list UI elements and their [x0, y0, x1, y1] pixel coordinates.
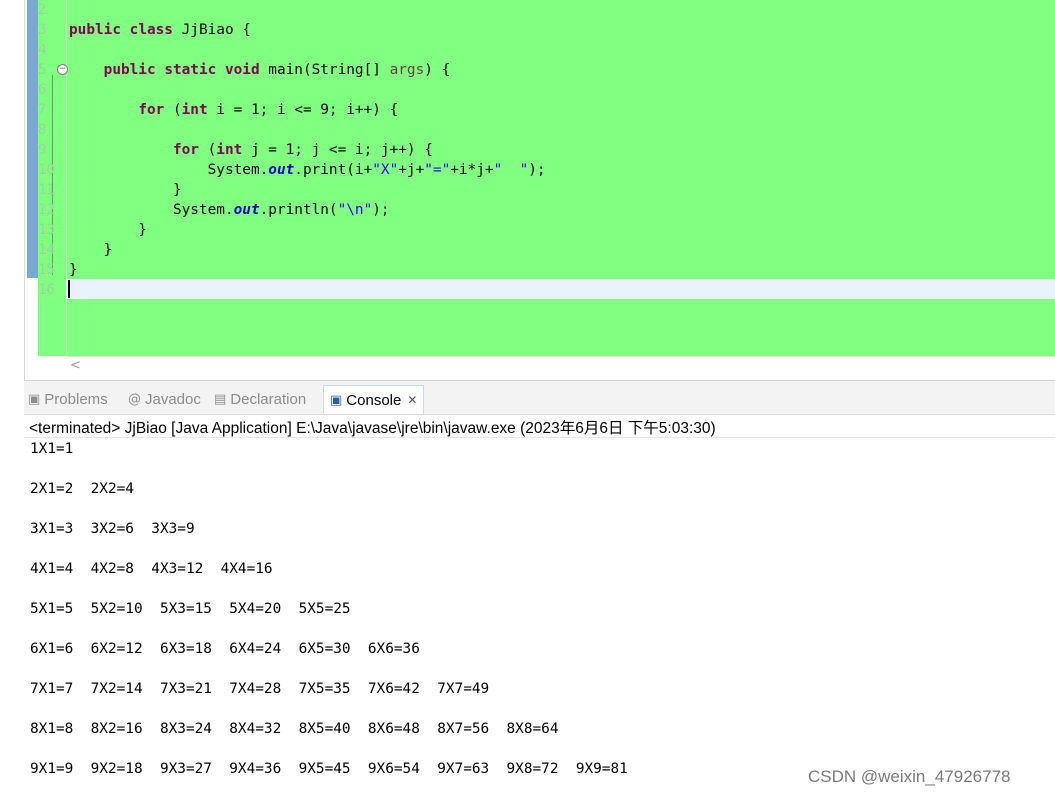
- code-line-close-outer: }: [69, 222, 147, 238]
- editor-left-strip: [0, 0, 25, 380]
- scroll-left-icon[interactable]: <: [70, 358, 81, 373]
- code-line-inner-for: for (int j = 1; j <= i; j++) {: [172, 142, 433, 158]
- console-output-line: 4X1=4 4X2=8 4X3=12 4X4=16: [30, 561, 273, 577]
- console-status-line: <terminated> JjBiao [Java Application] E…: [29, 420, 716, 437]
- line-number: 4: [38, 42, 47, 58]
- code-line-print: System.out.print(i+"X"+j+"="+i*j+" ");: [69, 162, 546, 178]
- watermark: CSDN @weixin_47926778: [808, 767, 1011, 786]
- code-line-main-decl: public static void main(String[] args) {: [103, 62, 451, 78]
- line-number: 3: [38, 22, 47, 38]
- code-line-println: System.out.println("\n");: [69, 202, 390, 218]
- console-output-line: 3X1=3 3X2=6 3X3=9: [30, 521, 195, 537]
- current-line-highlight: [66, 279, 1055, 299]
- tab-console[interactable]: ▣ Console ✕: [323, 385, 425, 414]
- javadoc-icon: @: [128, 391, 141, 407]
- problems-icon: ▣: [28, 391, 41, 407]
- tab-problems[interactable]: ▣ Problems: [28, 385, 108, 413]
- line-number: 13: [38, 222, 55, 238]
- line-number: 6: [38, 82, 47, 98]
- line-number: 15: [38, 262, 55, 278]
- views-tab-bar: ▣ Problems @ Javadoc ▤ Declaration ▣ Con…: [24, 380, 1055, 415]
- line-number: 16: [38, 282, 55, 298]
- tab-javadoc[interactable]: @ Javadoc: [128, 385, 201, 413]
- console-divider: [24, 437, 1055, 438]
- console-output-line: 2X1=2 2X2=4: [30, 481, 134, 497]
- line-number: 11: [38, 182, 55, 198]
- line-number: 8: [38, 122, 47, 138]
- close-icon[interactable]: ✕: [407, 393, 417, 407]
- console-output-line: 6X1=6 6X2=12 6X3=18 6X4=24 6X5=30 6X6=36: [30, 641, 420, 657]
- code-line-class-decl: public class JjBiao {: [69, 22, 251, 38]
- console-output-line: 7X1=7 7X2=14 7X3=21 7X4=28 7X5=35 7X6=42…: [30, 681, 490, 697]
- declaration-icon: ▤: [214, 391, 227, 407]
- code-line-close-inner: }: [69, 182, 182, 198]
- horizontal-scrollbar[interactable]: <: [66, 356, 1055, 379]
- code-line-outer-for: for (int i = 1; i <= 9; i++) {: [138, 102, 399, 118]
- console-output-line: 5X1=5 5X2=10 5X3=15 5X4=20 5X5=25: [30, 601, 351, 617]
- line-number: 5: [38, 62, 47, 78]
- line-number: 12: [38, 202, 55, 218]
- console-output-line: 1X1=1: [30, 441, 74, 457]
- code-line-close-class: }: [69, 262, 78, 278]
- line-number: 2: [38, 2, 47, 18]
- console-output-line: 9X1=9 9X2=18 9X3=27 9X4=36 9X5=45 9X6=54…: [30, 761, 628, 777]
- console-output-line: 8X1=8 8X2=16 8X3=24 8X4=32 8X5=40 8X6=48…: [30, 721, 559, 737]
- code-editor[interactable]: − 2 3 4 5 6 7 8 9 10 11 12 13 14 15 16 p…: [0, 0, 1055, 380]
- code-line-close-main: }: [69, 242, 113, 258]
- line-number: 9: [38, 142, 47, 158]
- console-icon: ▣: [330, 392, 343, 408]
- line-number: 7: [38, 102, 47, 118]
- line-number: 10: [38, 162, 55, 178]
- text-caret: [68, 280, 70, 298]
- editor-gutter-divider: [66, 0, 67, 356]
- line-number: 14: [38, 242, 55, 258]
- tab-declaration[interactable]: ▤ Declaration: [214, 385, 306, 413]
